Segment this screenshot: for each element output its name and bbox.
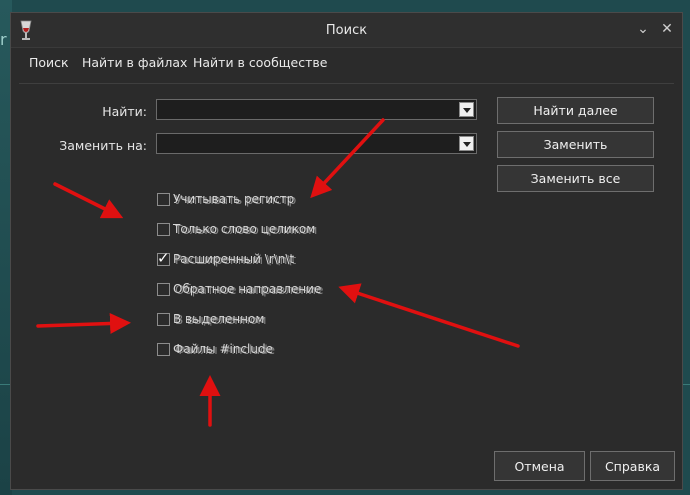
option-label: Учитывать регистр Учитывать регистр [173, 192, 297, 207]
minimize-button[interactable]: ⌄ [633, 19, 653, 39]
option-label: Обратное направление Обратное направление [173, 282, 324, 297]
replace-button[interactable]: Заменить [497, 131, 654, 158]
find-dropdown-arrow-icon[interactable] [459, 102, 474, 117]
find-label: Найти: [102, 104, 147, 119]
find-input[interactable] [159, 101, 458, 120]
checkbox[interactable] [157, 343, 170, 356]
replace-label: Заменить на: [59, 138, 147, 153]
checkbox[interactable]: ✓ [157, 249, 170, 267]
checkbox[interactable] [157, 193, 170, 206]
checkbox[interactable] [157, 313, 170, 326]
replace-combobox[interactable] [156, 133, 477, 154]
replace-input[interactable] [159, 135, 458, 154]
replace-all-button[interactable]: Заменить все [497, 165, 654, 192]
tab-separator [19, 83, 674, 84]
checkbox[interactable] [157, 283, 170, 296]
tab-search[interactable]: Поиск [29, 55, 69, 70]
close-button[interactable]: ✕ [657, 19, 677, 39]
find-combobox[interactable] [156, 99, 477, 120]
tab-find-in-files[interactable]: Найти в файлах [82, 55, 187, 70]
option-label: Расширенный \r\n\t Расширенный \r\n\t [173, 252, 297, 267]
help-button[interactable]: Справка [590, 451, 675, 481]
option-label: В выделенном В выделенном [173, 312, 267, 327]
cancel-button[interactable]: Отмена [494, 451, 585, 481]
find-next-button[interactable]: Найти далее [497, 97, 654, 124]
background-text: r [0, 30, 7, 49]
checkmark-icon: ✓ [157, 249, 170, 267]
option-label: Только слово целиком Только слово целиком [173, 222, 318, 237]
tab-find-in-community[interactable]: Найти в сообществе [193, 55, 327, 70]
replace-dropdown-arrow-icon[interactable] [459, 136, 474, 151]
title-bar[interactable]: Поиск ⌄ ✕ [11, 13, 682, 48]
search-dialog: Поиск ⌄ ✕ Поиск Найти в файлах Найти в с… [10, 12, 683, 490]
option-label: Файлы #include Файлы #include [173, 342, 275, 357]
window-title: Поиск [325, 23, 368, 38]
checkbox[interactable] [157, 223, 170, 236]
